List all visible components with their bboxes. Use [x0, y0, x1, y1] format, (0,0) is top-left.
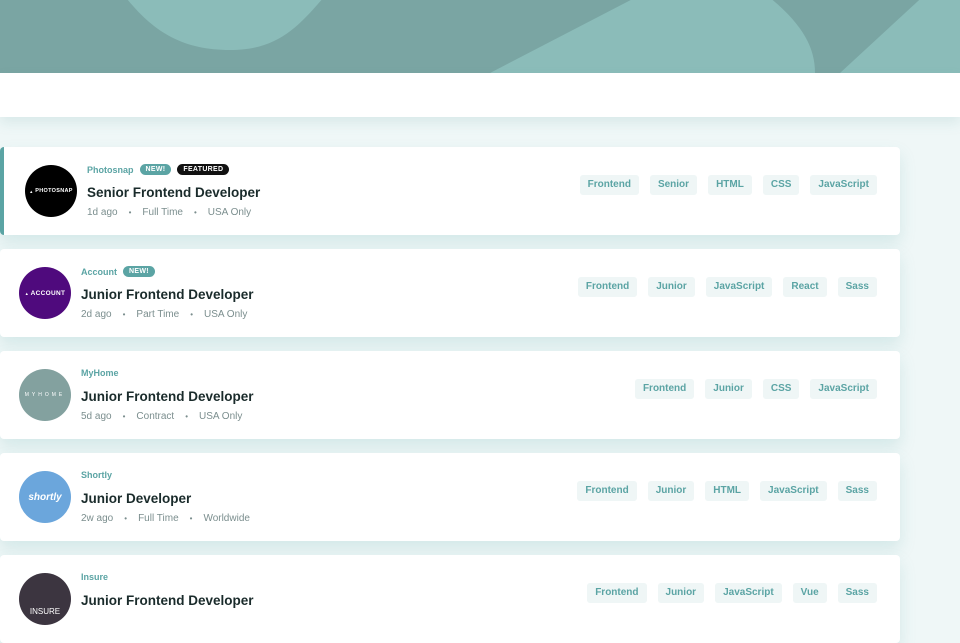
- company-logo: MYHOME: [19, 369, 71, 421]
- filter-tag[interactable]: JavaScript: [705, 277, 773, 297]
- job-title[interactable]: Junior Developer: [81, 491, 191, 506]
- filter-tag[interactable]: Junior: [648, 277, 695, 297]
- posted-at: 2d ago: [81, 309, 112, 320]
- tag-list: Frontend Senior HTML CSS JavaScript: [579, 175, 877, 195]
- filter-tag[interactable]: React: [783, 277, 827, 297]
- company-name: MyHome: [81, 368, 119, 378]
- job-title[interactable]: Senior Frontend Developer: [87, 185, 260, 200]
- logo-text: MYHOME: [24, 392, 66, 398]
- job-meta: 2w ago • Full Time • Worldwide: [81, 513, 250, 524]
- company-row: Insure: [81, 572, 108, 582]
- logo-text: shortly: [28, 491, 62, 503]
- filter-tag[interactable]: Sass: [837, 481, 877, 501]
- separator-dot-icon: •: [193, 208, 197, 217]
- job-card[interactable]: MYHOME MyHome Junior Frontend Developer 5d …: [0, 351, 900, 439]
- job-meta: 1d ago • Full Time • USA Only: [87, 207, 251, 218]
- company-name: Shortly: [81, 470, 113, 480]
- job-title[interactable]: Junior Frontend Developer: [81, 593, 254, 608]
- new-badge: NEW!: [139, 164, 172, 175]
- filter-tag[interactable]: JavaScript: [810, 175, 877, 195]
- logo-triangle-icon: ▲: [24, 290, 29, 296]
- job-location: USA Only: [207, 207, 252, 218]
- company-logo: ▲ ACCOUNT: [19, 267, 71, 319]
- posted-at: 1d ago: [87, 207, 118, 218]
- job-meta: 5d ago • Contract • USA Only: [81, 411, 242, 422]
- filter-tag[interactable]: Senior: [649, 175, 698, 195]
- company-name: Insure: [81, 572, 109, 582]
- job-title[interactable]: Junior Frontend Developer: [81, 287, 254, 302]
- filter-tag[interactable]: HTML: [708, 175, 752, 195]
- new-badge: NEW!: [123, 266, 155, 277]
- job-card[interactable]: INSURE Insure Junior Frontend Developer Fro…: [0, 555, 900, 643]
- filter-tag[interactable]: Frontend: [579, 175, 639, 195]
- job-meta: 2d ago • Part Time • USA Only: [81, 309, 247, 320]
- company-row: Photosnap NEW! FEATURED: [87, 164, 230, 175]
- company-row: Shortly: [81, 470, 112, 480]
- job-location: USA Only: [199, 411, 243, 422]
- filter-tag[interactable]: JavaScript: [760, 481, 827, 501]
- tag-list: Frontend Junior HTML JavaScript Sass: [577, 481, 877, 501]
- posted-at: 2w ago: [81, 513, 114, 524]
- job-title[interactable]: Junior Frontend Developer: [81, 389, 254, 404]
- job-card[interactable]: shortly Shortly Junior Developer 2w ago • Ful…: [0, 453, 900, 541]
- filter-tag[interactable]: Sass: [837, 583, 877, 603]
- logo-triangle-icon: ▲: [29, 188, 34, 194]
- job-card[interactable]: ▲ ACCOUNT Account NEW! Junior Frontend Devel…: [0, 249, 900, 337]
- filter-tag[interactable]: Frontend: [634, 379, 695, 399]
- featured-badge: FEATURED: [177, 164, 230, 175]
- contract-type: Full Time: [138, 513, 179, 524]
- filter-tag[interactable]: HTML: [705, 481, 750, 501]
- separator-dot-icon: •: [189, 514, 193, 523]
- tag-list: Frontend Junior CSS JavaScript: [634, 379, 877, 399]
- logo-text: ACCOUNT: [30, 289, 66, 297]
- separator-dot-icon: •: [124, 514, 128, 523]
- filter-tag[interactable]: CSS: [762, 379, 800, 399]
- filter-tag[interactable]: Junior: [705, 379, 752, 399]
- company-name: Account: [81, 266, 117, 277]
- logo-text: INSURE: [29, 606, 61, 616]
- filter-bar: [0, 73, 960, 117]
- filter-tag[interactable]: JavaScript: [810, 379, 877, 399]
- filter-tag[interactable]: Junior: [647, 481, 695, 501]
- separator-dot-icon: •: [128, 208, 132, 217]
- company-row: MyHome: [81, 368, 119, 378]
- tag-list: Frontend Junior JavaScript React Sass: [577, 277, 877, 297]
- job-location: USA Only: [204, 309, 248, 320]
- separator-dot-icon: •: [190, 310, 194, 319]
- filter-tag[interactable]: Frontend: [577, 481, 637, 501]
- contract-type: Full Time: [142, 207, 183, 218]
- separator-dot-icon: •: [122, 412, 126, 421]
- company-logo: shortly: [19, 471, 71, 523]
- company-logo: ▲ PHOTOSNAP: [25, 165, 77, 217]
- tag-list: Frontend Junior JavaScript Vue Sass: [587, 583, 877, 603]
- filter-tag[interactable]: Frontend: [587, 583, 647, 603]
- filter-tag[interactable]: Sass: [837, 277, 877, 297]
- posted-at: 5d ago: [81, 411, 112, 422]
- separator-dot-icon: •: [185, 412, 189, 421]
- filter-tag[interactable]: Junior: [657, 583, 705, 603]
- filter-tag[interactable]: Frontend: [577, 277, 638, 297]
- filter-tag[interactable]: CSS: [762, 175, 800, 195]
- separator-dot-icon: •: [122, 310, 126, 319]
- filter-tag[interactable]: Vue: [792, 583, 827, 603]
- logo-text: PHOTOSNAP: [35, 188, 73, 194]
- job-card[interactable]: ▲ PHOTOSNAP Photosnap NEW! FEATURED Senior Fr…: [0, 147, 900, 235]
- header-banner: [0, 0, 960, 73]
- header-pattern: [0, 0, 960, 73]
- job-location: Worldwide: [203, 513, 250, 524]
- company-row: Account NEW!: [81, 266, 155, 277]
- company-logo: INSURE: [19, 573, 71, 625]
- contract-type: Part Time: [136, 309, 180, 320]
- contract-type: Contract: [136, 411, 175, 422]
- filter-tag[interactable]: JavaScript: [715, 583, 782, 603]
- company-name: Photosnap: [87, 164, 134, 175]
